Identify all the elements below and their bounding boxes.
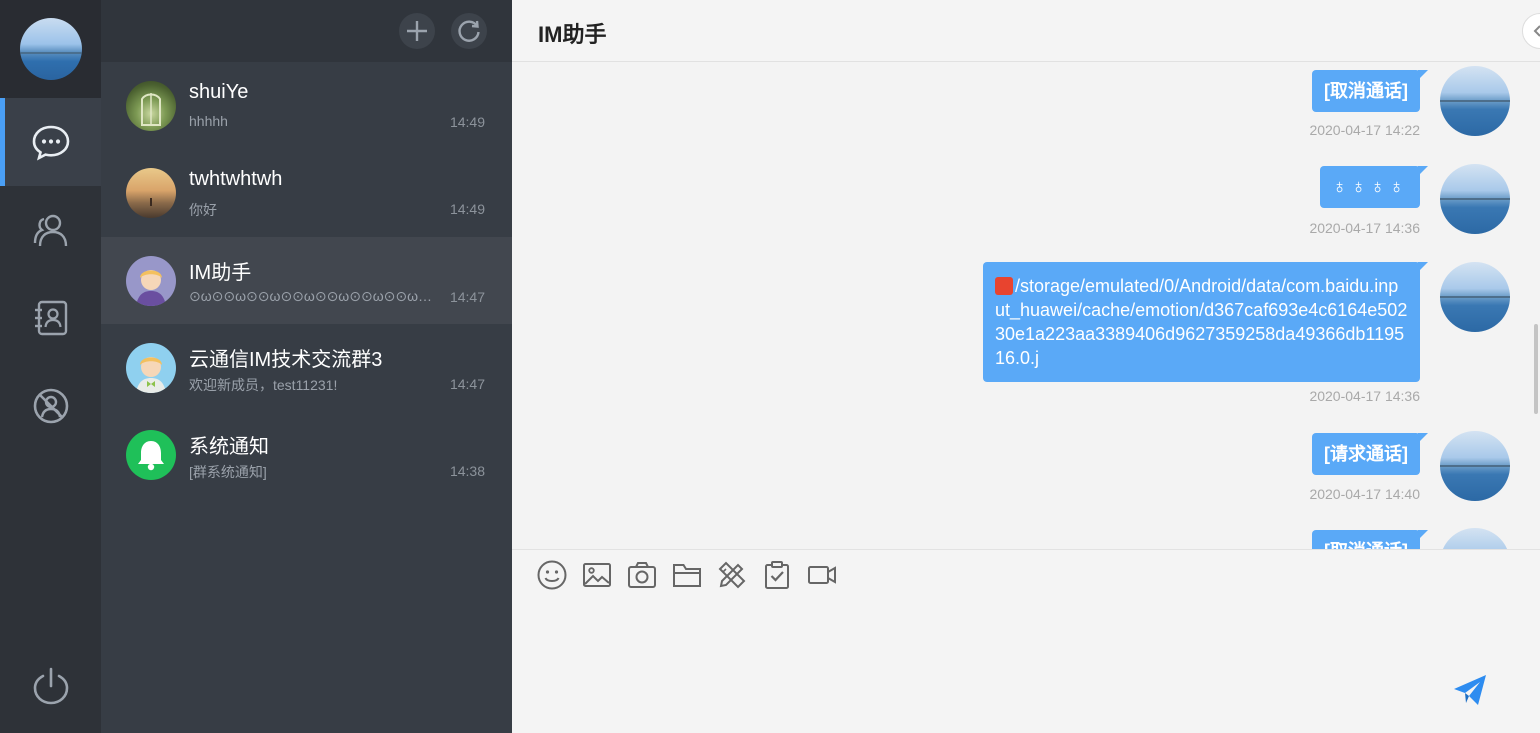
- send-button[interactable]: [1450, 670, 1490, 710]
- emoji-icon: [537, 560, 567, 590]
- message-bubble[interactable]: ♁♁♁♁: [1320, 166, 1428, 208]
- bell-avatar-icon: [126, 430, 176, 480]
- message-bubble[interactable]: [请求通话]: [1312, 433, 1428, 475]
- avatar: [126, 81, 176, 131]
- conversation-time: 14:49: [449, 201, 485, 217]
- chat-panel: IM助手 [取消通话] 2020-04-17 14:22 ♁♁♁♁ 2020-0…: [512, 0, 1540, 733]
- chat-header: IM助手: [512, 0, 1540, 62]
- sender-avatar[interactable]: [1440, 164, 1510, 234]
- plus-icon: [407, 21, 427, 41]
- video-call-button[interactable]: [805, 558, 839, 592]
- message-item: /storage/emulated/0/Android/data/com.bai…: [810, 262, 1510, 412]
- conversation-last-message: 欢迎新成员，test11231!: [189, 377, 338, 393]
- message-bubble[interactable]: [取消通话]: [1312, 530, 1428, 549]
- conversation-last-message: ⊙ω⊙⊙ω⊙⊙ω⊙⊙ω⊙⊙ω⊙⊙ω⊙⊙ω⊙⊙ω⊙: [189, 288, 435, 304]
- conversation-item[interactable]: 系统通知 [群系统通知] 14:38: [101, 411, 512, 498]
- refresh-button[interactable]: [451, 13, 487, 49]
- conversation-item[interactable]: twhtwhtwh 你好 14:49: [101, 149, 512, 236]
- conversation-time: 14:47: [449, 376, 485, 392]
- message-time: 2020-04-17 14:36: [1309, 388, 1420, 404]
- message-item: [取消通话]: [810, 528, 1510, 549]
- chat-title: IM助手: [538, 22, 607, 47]
- nav-item-blacklist[interactable]: [0, 362, 101, 450]
- video-call-icon: [808, 566, 836, 584]
- profile-area: [0, 0, 101, 98]
- camera-icon: [628, 562, 656, 588]
- conversation-list: shuiYe hhhhh 14:49 twhtwhtwh 你好 14:49 IM…: [101, 0, 512, 733]
- nav-item-contacts[interactable]: [0, 186, 101, 274]
- message-bubble[interactable]: [取消通话]: [1312, 70, 1428, 112]
- sender-avatar[interactable]: [1440, 66, 1510, 136]
- message-bubble[interactable]: /storage/emulated/0/Android/data/com.bai…: [983, 262, 1428, 382]
- sender-avatar[interactable]: [1440, 262, 1510, 332]
- avatar: [126, 256, 176, 306]
- nav-item-address-book[interactable]: [0, 274, 101, 362]
- folder-icon: [673, 564, 701, 587]
- message-item: ♁♁♁♁ 2020-04-17 14:36: [810, 164, 1510, 254]
- message-list[interactable]: [取消通话] 2020-04-17 14:22 ♁♁♁♁ 2020-04-17 …: [512, 62, 1540, 549]
- conversation-last-message: hhhhh: [189, 113, 228, 129]
- conversation-name: twhtwhtwh: [189, 168, 283, 190]
- conversation-item[interactable]: IM助手 ⊙ω⊙⊙ω⊙⊙ω⊙⊙ω⊙⊙ω⊙⊙ω⊙⊙ω⊙⊙ω⊙ 14:47: [101, 237, 512, 324]
- clipboard-check-icon: [765, 561, 789, 589]
- conversation-name: IM助手: [189, 262, 252, 284]
- scrollbar-thumb[interactable]: [1534, 324, 1538, 414]
- nav-rail: [0, 0, 101, 733]
- conversation-name: 系统通知: [189, 436, 269, 458]
- draw-button[interactable]: [715, 558, 749, 592]
- address-book-icon: [34, 300, 67, 336]
- conversation-time: 14:47: [449, 289, 485, 305]
- conversation-time: 14:49: [449, 114, 485, 130]
- conversation-time: 14:38: [449, 463, 485, 479]
- camera-button[interactable]: [625, 558, 659, 592]
- image-button[interactable]: [580, 558, 614, 592]
- sender-avatar[interactable]: [1440, 431, 1510, 501]
- conversation-item[interactable]: shuiYe hhhhh 14:49: [101, 62, 512, 149]
- survey-button[interactable]: [760, 558, 794, 592]
- add-conversation-button[interactable]: [399, 13, 435, 49]
- conversation-name: 云通信IM技术交流群3: [189, 349, 383, 371]
- chat-bubble-icon: [32, 125, 69, 161]
- logout-button[interactable]: [0, 642, 101, 730]
- emoji-sticker-icon: [995, 277, 1013, 295]
- chevron-left-icon: [1533, 25, 1540, 37]
- refresh-icon: [458, 20, 480, 42]
- message-composer[interactable]: [512, 549, 1540, 733]
- nav-item-conversations[interactable]: [0, 98, 101, 186]
- conversation-name: shuiYe: [189, 81, 249, 103]
- conversation-last-message: [群系统通知]: [189, 464, 267, 480]
- power-icon: [33, 667, 68, 705]
- avatar: [126, 343, 176, 393]
- message-item: [请求通话] 2020-04-17 14:40: [810, 431, 1510, 521]
- contacts-icon: [33, 214, 67, 247]
- conversation-list-header: [101, 0, 512, 62]
- draw-icon: [718, 561, 746, 589]
- sender-avatar[interactable]: [1440, 528, 1510, 549]
- message-item: [取消通话] 2020-04-17 14:22: [810, 66, 1510, 156]
- conversation-last-message: 你好: [189, 202, 217, 218]
- message-time: 2020-04-17 14:36: [1309, 220, 1420, 236]
- blocked-user-icon: [33, 388, 68, 424]
- emoji-button[interactable]: [535, 558, 569, 592]
- message-time: 2020-04-17 14:22: [1309, 122, 1420, 138]
- message-scrollbar[interactable]: [1534, 62, 1538, 552]
- conversation-item[interactable]: 云通信IM技术交流群3 欢迎新成员，test11231! 14:47: [101, 324, 512, 411]
- file-button[interactable]: [670, 558, 704, 592]
- avatar: [126, 168, 176, 218]
- message-time: 2020-04-17 14:40: [1309, 486, 1420, 502]
- message-text: /storage/emulated/0/Android/data/com.bai…: [995, 276, 1408, 368]
- image-icon: [583, 563, 611, 587]
- my-avatar[interactable]: [20, 18, 82, 80]
- collapse-panel-button[interactable]: [1522, 13, 1540, 49]
